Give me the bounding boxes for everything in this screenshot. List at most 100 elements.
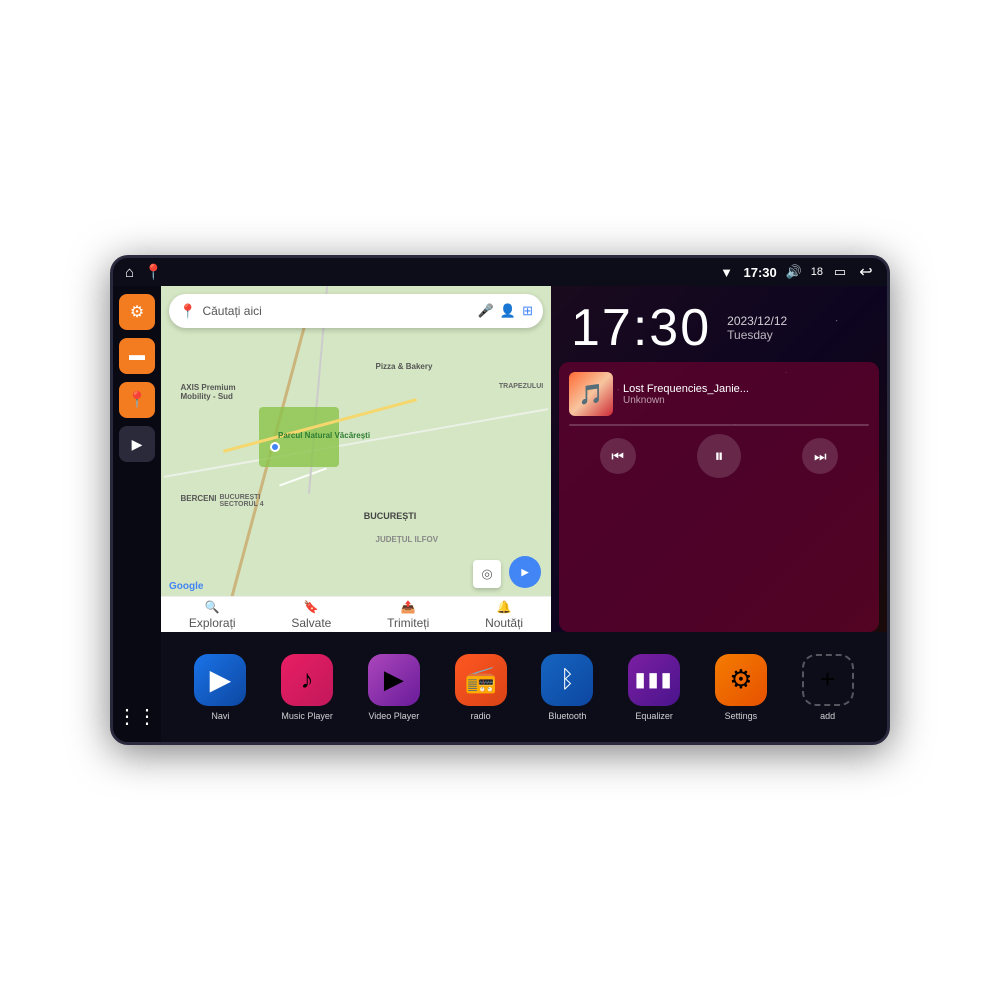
- music-progress-bar: [569, 424, 869, 426]
- google-maps-icon: 📍: [179, 303, 196, 320]
- profile-icon[interactable]: 👤: [500, 303, 516, 319]
- settings-icon: ⚙: [130, 302, 144, 322]
- map-explore-button[interactable]: 🔍 Explorați: [189, 600, 236, 630]
- status-bar: ⌂ 📍 ▼ 17:30 🔊 18 ▭ ↩: [113, 258, 887, 286]
- app-icon-add: +: [802, 654, 854, 706]
- map-marker-parc: [270, 442, 280, 452]
- clock-area: 17:30 2023/12/12 Tuesday: [551, 286, 887, 362]
- clock-date-text: 2023/12/12: [727, 314, 787, 328]
- battery-level: 18: [811, 266, 823, 278]
- volume-icon[interactable]: 🔊: [785, 263, 803, 281]
- map-start-button[interactable]: ▶: [509, 556, 541, 588]
- grid-icon: ⋮⋮: [117, 704, 157, 729]
- sidebar-navi-button[interactable]: ▶: [119, 426, 155, 462]
- map-label-berceni: BERCENI: [181, 494, 217, 503]
- status-right: ▼ 17:30 🔊 18 ▭ ↩: [718, 263, 876, 281]
- main-area: ⚙ ▬ 📍 ▶ ⋮⋮: [113, 286, 887, 742]
- clock-day: Tuesday: [727, 328, 787, 342]
- app-settings[interactable]: ⚙ Settings: [715, 654, 767, 721]
- map-label-pizza: Pizza & Bakery: [376, 362, 433, 371]
- music-panel: 🎵 Lost Frequencies_Janie... Unknown: [559, 362, 879, 632]
- clock-time: 17:30: [571, 302, 711, 354]
- app-icon-navi: ▶: [194, 654, 246, 706]
- status-time: 17:30: [744, 265, 777, 280]
- app-label-add: add: [820, 711, 835, 721]
- navi-icon: ▶: [132, 436, 143, 453]
- music-details: Lost Frequencies_Janie... Unknown: [623, 383, 869, 406]
- map-location-button[interactable]: ◎: [473, 560, 501, 588]
- music-title: Lost Frequencies_Janie...: [623, 383, 869, 395]
- app-add[interactable]: + add: [802, 654, 854, 721]
- news-icon: 🔔: [497, 600, 512, 614]
- layers-icon[interactable]: ⊞: [522, 303, 533, 319]
- map-label-ilfov: JUDEȚUL ILFOV: [376, 535, 439, 544]
- next-icon: ⏭: [814, 448, 827, 465]
- music-info: 🎵 Lost Frequencies_Janie... Unknown: [569, 372, 869, 416]
- map-label-axis: AXIS PremiumMobility - Sud: [181, 383, 236, 401]
- sidebar-maps-button[interactable]: 📍: [119, 382, 155, 418]
- app-video-player[interactable]: ▶ Video Player: [368, 654, 420, 721]
- car-display: ⌂ 📍 ▼ 17:30 🔊 18 ▭ ↩ ⚙ ▬: [110, 255, 890, 745]
- home-button[interactable]: ⌂: [125, 264, 134, 281]
- content-panels: 📍 Căutați aici 🎤 👤 ⊞ AXIS PremiumMobilit…: [161, 286, 887, 742]
- prev-button[interactable]: ⏮: [600, 438, 636, 474]
- map-search-bar[interactable]: 📍 Căutați aici 🎤 👤 ⊞: [169, 294, 543, 328]
- right-panel: 17:30 2023/12/12 Tuesday 🎵: [551, 286, 887, 632]
- explore-icon: 🔍: [205, 600, 220, 614]
- app-label-music-player: Music Player: [281, 711, 333, 721]
- maps-nav-icon[interactable]: 📍: [144, 263, 163, 281]
- clock-date: 2023/12/12 Tuesday: [727, 314, 787, 342]
- prev-icon: ⏮: [611, 448, 624, 465]
- app-label-equalizer: Equalizer: [635, 711, 673, 721]
- map-saved-button[interactable]: 🔖 Salvate: [291, 600, 331, 630]
- app-navi[interactable]: ▶ Navi: [194, 654, 246, 721]
- app-music-player[interactable]: ♪ Music Player: [281, 654, 333, 721]
- map-send-button[interactable]: 📤 Trimiteți: [387, 600, 429, 630]
- mic-icon[interactable]: 🎤: [478, 303, 494, 319]
- app-label-video-player: Video Player: [368, 711, 419, 721]
- back-icon[interactable]: ↩: [857, 263, 875, 281]
- app-icon-video-player: ▶: [368, 654, 420, 706]
- sidebar-settings-button[interactable]: ⚙: [119, 294, 155, 330]
- google-logo: Google: [169, 581, 203, 592]
- map-label-parc: Parcul Natural Văcărești: [278, 431, 370, 440]
- music-controls: ⏮ ⏸ ⏭: [569, 434, 869, 478]
- news-label: Noutăți: [485, 616, 523, 630]
- sidebar-grid-button[interactable]: ⋮⋮: [119, 698, 155, 734]
- music-artist: Unknown: [623, 395, 869, 406]
- map-label-bucuresti: BUCUREȘTI: [364, 511, 417, 521]
- app-icon-music-player: ♪: [281, 654, 333, 706]
- battery-icon: ▭: [831, 263, 849, 281]
- app-bluetooth[interactable]: ᛒBluetooth: [541, 654, 593, 721]
- map-label-trapez: TRAPEZULUI: [499, 383, 543, 390]
- sidebar: ⚙ ▬ 📍 ▶ ⋮⋮: [113, 286, 161, 742]
- saved-icon: 🔖: [304, 600, 319, 614]
- saved-label: Salvate: [291, 616, 331, 630]
- next-button[interactable]: ⏭: [802, 438, 838, 474]
- map-news-button[interactable]: 🔔 Noutăți: [485, 600, 523, 630]
- pause-icon: ⏸: [714, 446, 723, 467]
- pause-button[interactable]: ⏸: [697, 434, 741, 478]
- app-label-navi: Navi: [211, 711, 229, 721]
- app-icon-radio: 📻: [455, 654, 507, 706]
- map-icon: 📍: [127, 390, 147, 410]
- app-icon-settings: ⚙: [715, 654, 767, 706]
- status-left: ⌂ 📍: [125, 263, 163, 281]
- top-panels: 📍 Căutați aici 🎤 👤 ⊞ AXIS PremiumMobilit…: [161, 286, 887, 632]
- app-icon-bluetooth: ᛒ: [541, 654, 593, 706]
- app-label-settings: Settings: [725, 711, 758, 721]
- files-icon: ▬: [129, 347, 145, 365]
- map-panel[interactable]: 📍 Căutați aici 🎤 👤 ⊞ AXIS PremiumMobilit…: [161, 286, 551, 632]
- screen: ⌂ 📍 ▼ 17:30 🔊 18 ▭ ↩ ⚙ ▬: [113, 258, 887, 742]
- search-input-label: Căutați aici: [202, 304, 471, 318]
- sidebar-files-button[interactable]: ▬: [119, 338, 155, 374]
- album-art: 🎵: [569, 372, 613, 416]
- wifi-icon: ▼: [718, 263, 736, 281]
- map-label-sector4: BUCUREȘTISECTORUL 4: [220, 494, 264, 508]
- app-radio[interactable]: 📻 radio: [455, 654, 507, 721]
- app-equalizer[interactable]: ▮▮▮Equalizer: [628, 654, 680, 721]
- app-grid: ▶ Navi ♪ Music Player ▶ Video Player 📻 radio ᛒBl…: [161, 632, 887, 742]
- explore-label: Explorați: [189, 616, 236, 630]
- send-icon: 📤: [401, 600, 416, 614]
- app-label-radio: radio: [471, 711, 491, 721]
